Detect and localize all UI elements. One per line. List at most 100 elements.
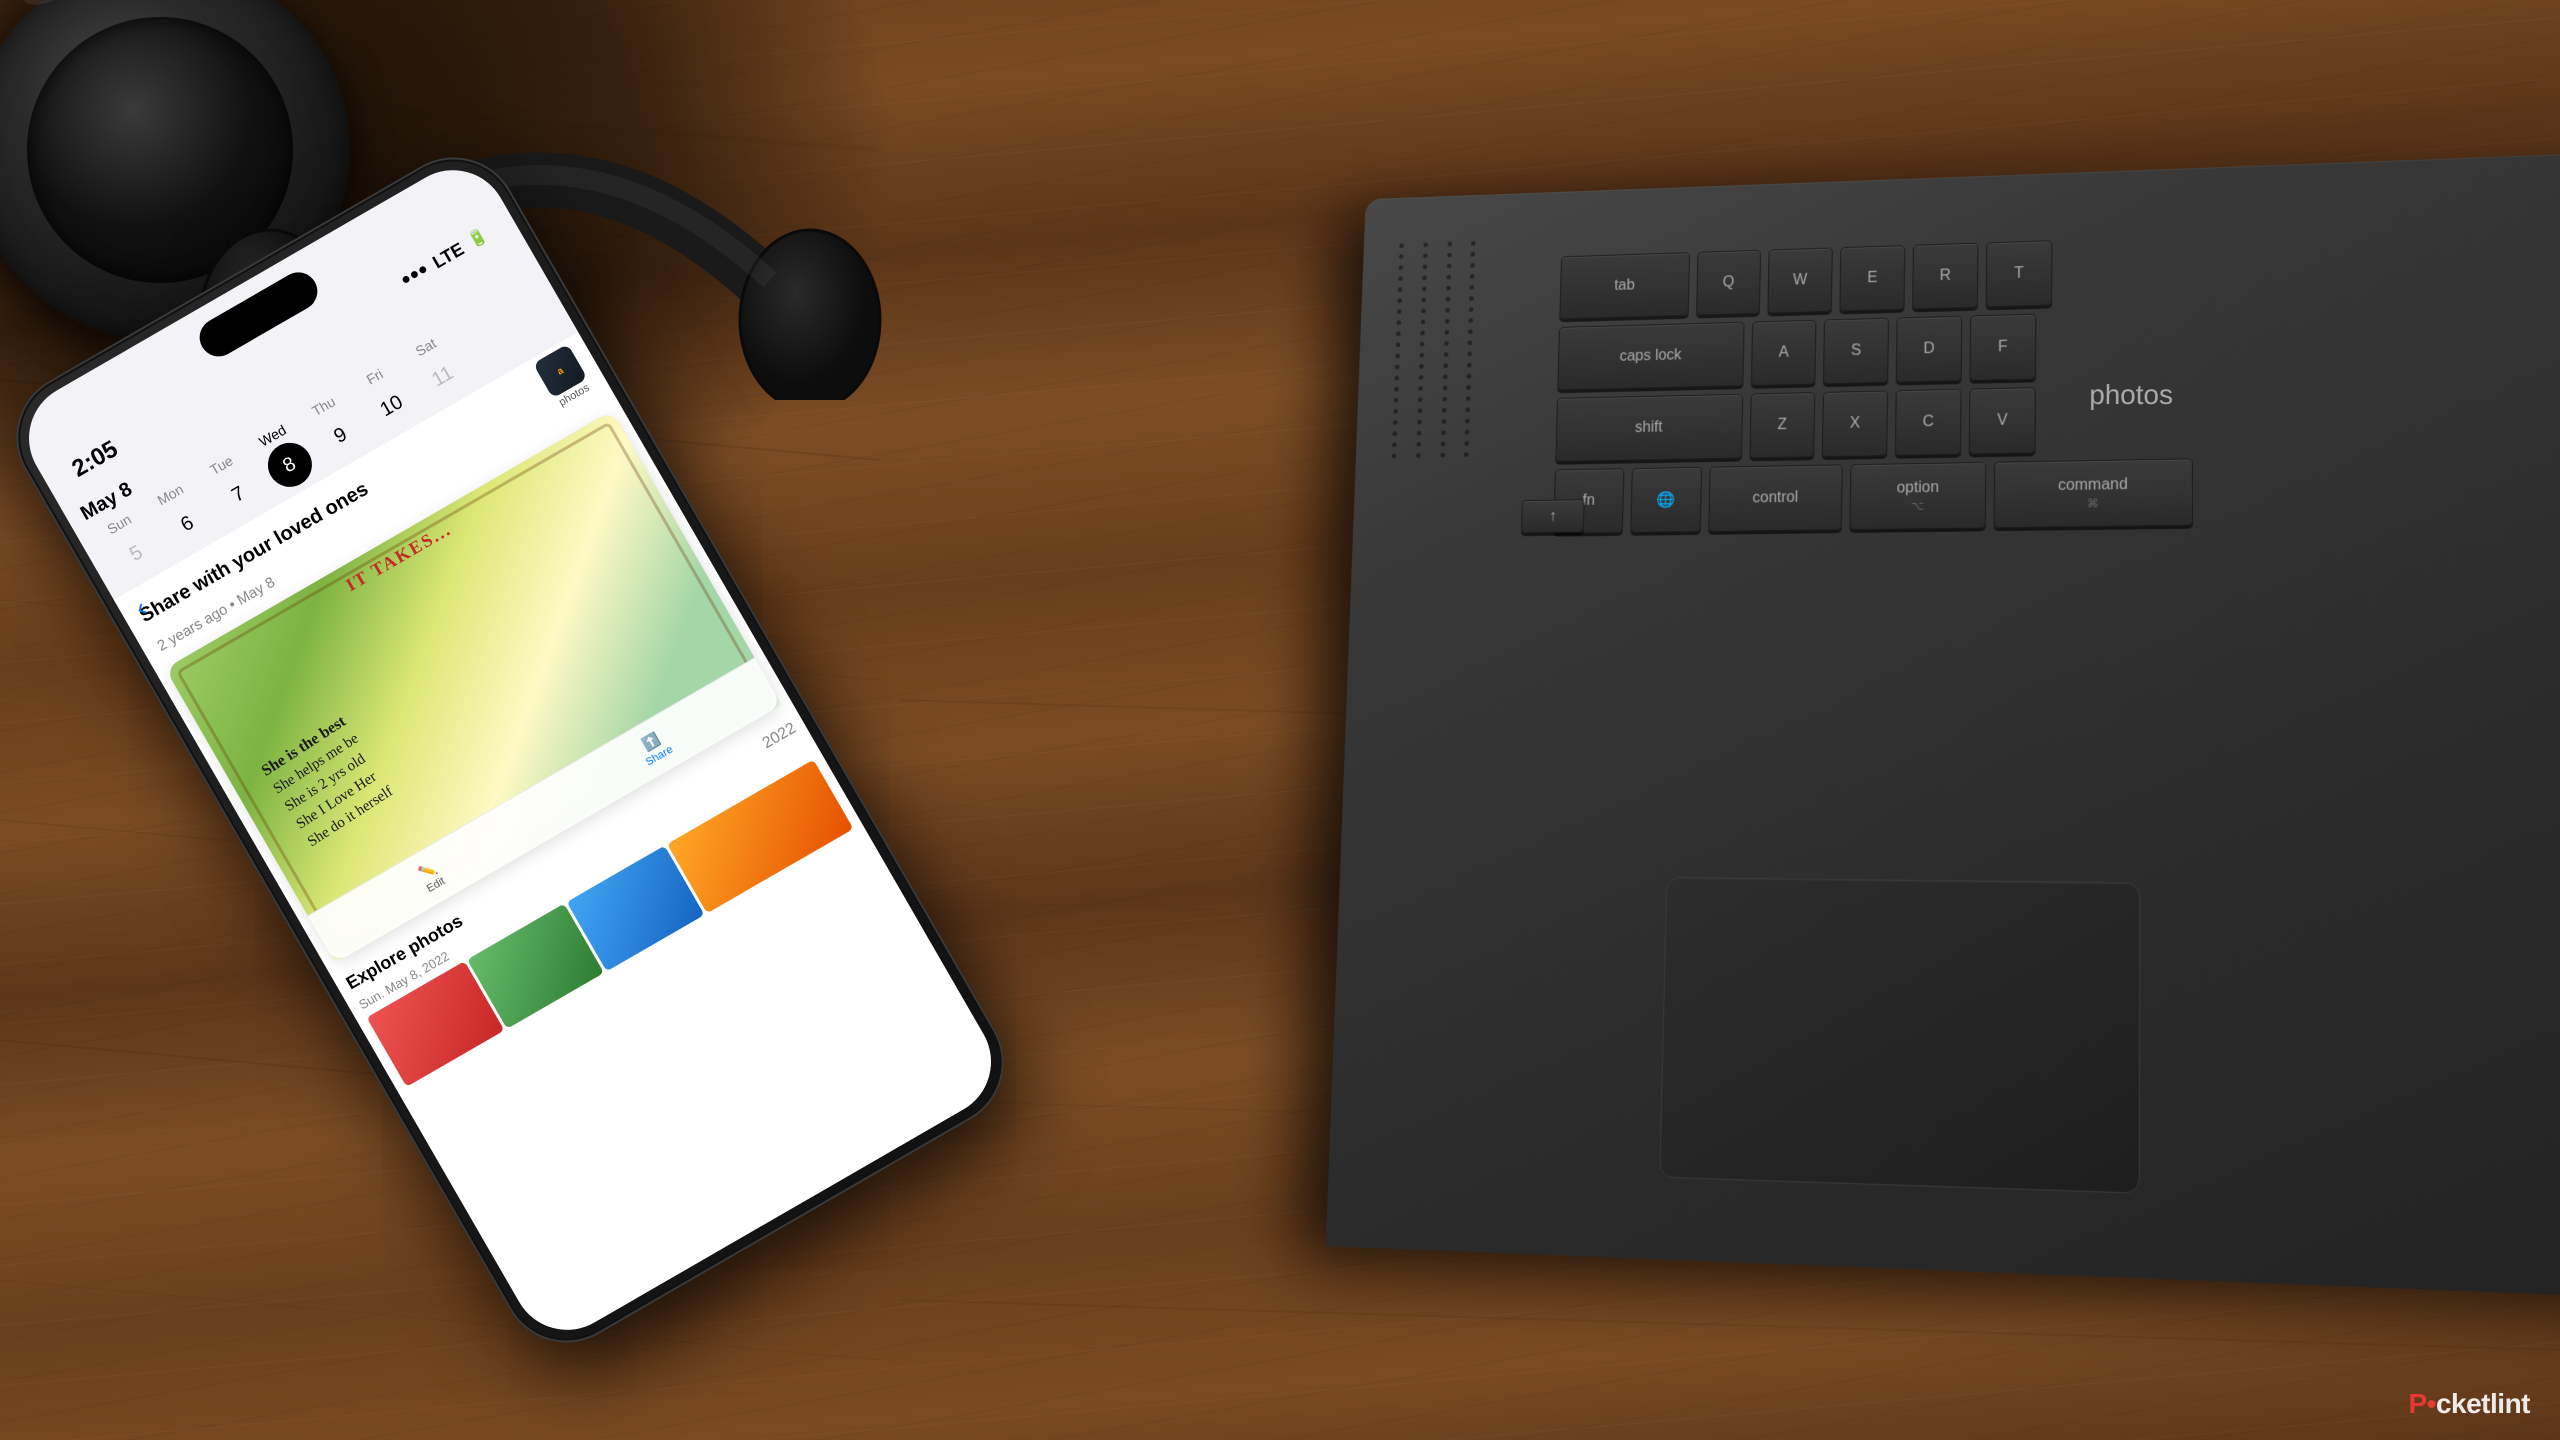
speaker-dot	[1420, 320, 1425, 325]
key-c-label: C	[1923, 414, 1934, 432]
keyboard-row-3: shift Z X C V	[1555, 376, 2552, 462]
key-x[interactable]: X	[1822, 390, 1888, 457]
key-s-label: S	[1851, 342, 1861, 359]
key-v-label: V	[1997, 412, 2008, 430]
key-w[interactable]: W	[1767, 247, 1832, 313]
laptop: // Speaker dots generated below tab Q W …	[1210, 0, 2560, 1440]
key-q-label: Q	[1723, 274, 1735, 291]
speaker-dot	[1447, 242, 1452, 247]
key-up-arrow[interactable]: ↑	[1521, 499, 1585, 533]
speaker-dot	[1441, 408, 1446, 413]
key-s[interactable]: S	[1823, 318, 1889, 385]
speaker-dot	[1441, 430, 1446, 435]
speaker-dot	[1392, 442, 1397, 447]
speaker-dot	[1398, 265, 1403, 270]
speaker-dot	[1469, 307, 1474, 312]
key-f[interactable]: F	[1969, 314, 2036, 381]
key-w-label: W	[1793, 272, 1808, 289]
key-c[interactable]: C	[1895, 389, 1962, 456]
speaker-dot	[1419, 364, 1424, 369]
speaker-dot	[1441, 419, 1446, 424]
speaker-dot	[1419, 353, 1424, 358]
key-d[interactable]: D	[1896, 316, 1962, 383]
battery-icon: 🔋	[464, 225, 491, 252]
key-v[interactable]: V	[1969, 387, 2036, 454]
key-up-arrow-label: ↑	[1549, 508, 1557, 525]
speaker-dot	[1399, 243, 1404, 248]
speaker-dot	[1471, 252, 1476, 257]
speaker-dot	[1445, 308, 1450, 313]
key-tab-label: tab	[1614, 277, 1635, 294]
signal-icon: ●●●	[398, 260, 432, 290]
key-e[interactable]: E	[1839, 245, 1905, 311]
speaker-dot	[1397, 309, 1402, 314]
speaker-dot	[1423, 242, 1428, 247]
key-control[interactable]: control	[1708, 464, 1843, 531]
speaker-dot	[1398, 287, 1403, 292]
key-capslock-label: caps lock	[1619, 347, 1681, 365]
speaker-dot	[1420, 331, 1425, 336]
speaker-dot	[1442, 386, 1447, 391]
key-option-symbol: ⌥	[1911, 499, 1925, 513]
pocketlint-dot: •	[2427, 1388, 2436, 1419]
speaker-dot	[1465, 441, 1470, 446]
speaker-dot	[1392, 431, 1397, 436]
speaker-dot	[1393, 420, 1398, 425]
key-tab[interactable]: tab	[1559, 252, 1690, 319]
speaker-dot	[1397, 298, 1402, 303]
key-option-label: option	[1897, 479, 1940, 497]
speaker-dot	[1469, 318, 1474, 323]
speaker-dot	[1446, 286, 1451, 291]
speaker-dot	[1470, 263, 1475, 268]
edit-button[interactable]: ✏️ Edit	[415, 858, 447, 894]
speaker-dot	[1440, 453, 1445, 458]
key-q[interactable]: Q	[1696, 250, 1761, 316]
speaker-dot	[1466, 385, 1471, 390]
key-control-label: control	[1752, 489, 1798, 507]
speaker-grille-left: // Speaker dots generated below	[1367, 231, 1498, 875]
speaker-dot	[1465, 430, 1470, 435]
keyboard-area: tab Q W E R T	[1534, 204, 2560, 561]
speaker-dot	[1395, 353, 1400, 358]
speaker-dot	[1447, 253, 1452, 258]
key-command-label: command	[2058, 476, 2128, 495]
speaker-dot	[1422, 275, 1427, 280]
key-shift[interactable]: shift	[1555, 394, 1743, 462]
share-button[interactable]: ⬆️ Share	[634, 727, 675, 769]
key-r[interactable]: R	[1912, 243, 1978, 310]
key-f-label: F	[1998, 339, 2008, 357]
pocketlint-text: cketlint	[2436, 1388, 2530, 1419]
speaker-dot	[1420, 342, 1425, 347]
key-t[interactable]: T	[1986, 240, 2053, 307]
amazon-photos-badge[interactable]: a photos	[533, 344, 595, 411]
key-option[interactable]: option ⌥	[1849, 462, 1986, 530]
speaker-dot	[1466, 396, 1471, 401]
trackpad[interactable]	[1659, 877, 2140, 1194]
speaker-dot	[1465, 419, 1470, 424]
speaker-dot	[1445, 297, 1450, 302]
key-command[interactable]: command ⌘	[1994, 458, 2194, 528]
speaker-dot	[1443, 363, 1448, 368]
speaker-dot	[1468, 329, 1473, 334]
speaker-dot	[1446, 264, 1451, 269]
speaker-dot	[1416, 453, 1421, 458]
key-e-label: E	[1867, 270, 1877, 287]
key-capslock[interactable]: caps lock	[1557, 322, 1744, 391]
pocketlint-watermark: P•cketlint	[2408, 1388, 2530, 1420]
speaker-dot	[1464, 452, 1469, 457]
speaker-dot	[1394, 387, 1399, 392]
speaker-dot	[1469, 296, 1474, 301]
key-t-label: T	[2014, 265, 2024, 283]
key-z-label: Z	[1778, 417, 1788, 434]
key-z[interactable]: Z	[1749, 392, 1815, 458]
speaker-dot	[1422, 286, 1427, 291]
speaker-dot	[1422, 264, 1427, 269]
speaker-dot	[1394, 398, 1399, 403]
speaker-dot	[1394, 376, 1399, 381]
speaker-dot	[1467, 363, 1472, 368]
speaker-dot	[1467, 352, 1472, 357]
key-globe[interactable]: 🌐	[1630, 467, 1702, 533]
speaker-dot	[1418, 375, 1423, 380]
key-a[interactable]: A	[1751, 320, 1817, 386]
speaker-dot	[1467, 374, 1472, 379]
